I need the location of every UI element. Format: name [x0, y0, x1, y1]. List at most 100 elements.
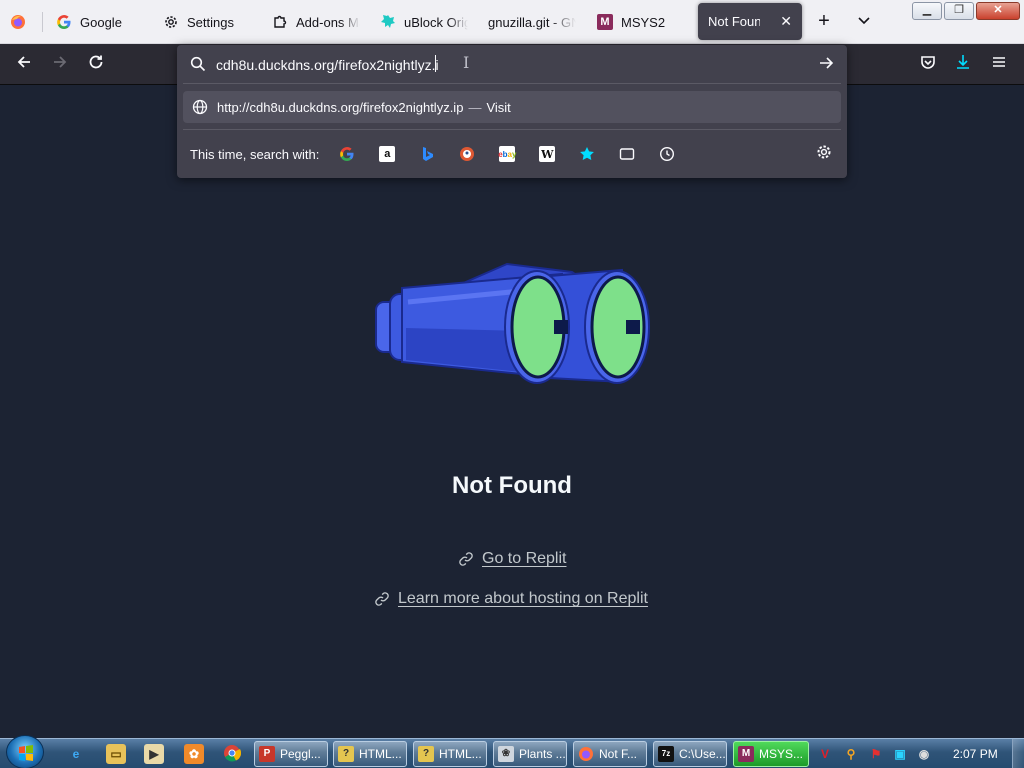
taskbar-button-7zip[interactable]: 7z C:\Use...	[653, 741, 727, 767]
window-controls: ▁ ❐ ✕	[910, 2, 1020, 20]
tab-addons[interactable]: Add-ons Ma	[272, 4, 360, 40]
app-quicklaunch-icon[interactable]: ✿	[184, 744, 204, 764]
downloads-button[interactable]	[952, 53, 974, 75]
back-button[interactable]	[12, 53, 36, 77]
link-label: Learn more about hosting on Replit	[398, 590, 648, 607]
search-settings-button[interactable]	[815, 143, 835, 163]
bookmarks-search-button[interactable]	[575, 144, 599, 164]
wikipedia-icon: W	[539, 146, 556, 162]
chrome-icon[interactable]	[222, 744, 242, 764]
tab-label: MSYS2	[621, 14, 666, 30]
tabs-search-button[interactable]	[615, 144, 639, 164]
url-suggestion-row[interactable]: http://cdh8u.duckdns.org/firefox2nightly…	[183, 91, 841, 123]
new-tab-button[interactable]: +	[814, 10, 834, 34]
tab-gnuzilla[interactable]: gnuzilla.git - GN	[488, 4, 576, 40]
divider	[183, 129, 841, 130]
msys2-icon: M	[597, 14, 613, 30]
duckduckgo-engine-button[interactable]	[455, 144, 479, 164]
app-menu-button[interactable]	[988, 53, 1010, 75]
wikipedia-engine-button[interactable]: W	[535, 144, 559, 164]
forward-button[interactable]	[48, 53, 72, 77]
tab-icon	[620, 148, 635, 160]
clock-icon	[660, 146, 675, 162]
google-icon	[56, 14, 72, 30]
taskbar-button-html-2[interactable]: ? HTML...	[413, 741, 487, 767]
ebay-engine-button[interactable]: ebay	[495, 144, 519, 164]
ibeam-cursor-icon: I	[463, 53, 470, 72]
taskbar-button-label: C:\Use...	[679, 747, 726, 761]
ebay-icon: ebay	[498, 146, 516, 162]
vivaldi-tray-icon[interactable]: V	[817, 746, 833, 762]
tab-ublock[interactable]: uBlock Origi	[380, 4, 468, 40]
go-to-replit-link[interactable]: Go to Replit	[458, 548, 566, 570]
tab-not-found[interactable]: Not Found ✕	[698, 3, 802, 40]
urlbar: I	[177, 45, 847, 83]
restore-button[interactable]: ❐	[944, 2, 974, 20]
tab-strip: Google Settings Add-ons Ma uBlock Origi …	[0, 0, 1024, 44]
arrow-left-icon	[17, 56, 30, 68]
taskbar-button-firefox[interactable]: Not F...	[573, 741, 647, 767]
window-close-button[interactable]: ✕	[976, 2, 1020, 20]
history-search-button[interactable]	[655, 144, 679, 164]
tab-label: Google	[80, 14, 122, 30]
taskbar-button-html-1[interactable]: ? HTML...	[333, 741, 407, 767]
taskbar-button-label: HTML...	[439, 747, 482, 761]
windows-logo-icon	[19, 745, 33, 761]
show-desktop-button[interactable]	[1012, 739, 1024, 768]
firefox-icon	[10, 14, 26, 30]
firefox-icon	[578, 746, 594, 762]
tab-google[interactable]: Google	[56, 4, 146, 40]
star-icon	[580, 147, 595, 160]
tab-separator	[42, 12, 43, 32]
reload-button[interactable]	[84, 53, 108, 77]
search-with-label: This time, search with:	[190, 146, 320, 162]
amazon-engine-button[interactable]: a	[375, 144, 399, 164]
volume-tray-icon[interactable]: ◉	[916, 746, 932, 762]
arrow-right-icon	[820, 57, 834, 69]
taskbar-button-label: Plants ...	[519, 747, 566, 761]
start-button[interactable]	[6, 735, 44, 768]
download-icon	[957, 55, 969, 69]
plants-app-icon: ❀	[498, 746, 514, 762]
tab-label: uBlock Origi	[404, 14, 468, 30]
media-player-icon[interactable]: ▶	[144, 744, 164, 764]
taskbar-button-label: MSYS...	[759, 747, 804, 761]
pocket-icon	[921, 56, 935, 69]
urlbar-dropdown: I http://cdh8u.duckdns.org/firefox2night…	[177, 45, 847, 178]
reload-icon	[89, 55, 103, 69]
close-icon[interactable]: ✕	[780, 13, 792, 30]
search-icon	[190, 56, 206, 72]
internet-explorer-icon[interactable]: e	[66, 744, 86, 764]
binoculars-illustration	[375, 262, 650, 384]
search-tray-icon[interactable]: ⚲	[843, 746, 859, 762]
taskbar-button-plants[interactable]: ❀ Plants ...	[493, 741, 567, 767]
taskbar-button-msys2[interactable]: M MSYS...	[733, 741, 809, 767]
go-button[interactable]	[817, 54, 837, 74]
learn-hosting-link[interactable]: Learn more about hosting on Replit	[374, 588, 648, 610]
google-engine-button[interactable]	[335, 144, 359, 164]
tab-label: Settings	[187, 14, 234, 30]
bing-engine-button[interactable]	[415, 144, 439, 164]
list-all-tabs-button[interactable]	[854, 10, 874, 34]
flag-tray-icon[interactable]: ⚑	[868, 746, 884, 762]
pocket-button[interactable]	[917, 53, 939, 75]
text-caret	[435, 55, 436, 72]
suggestion-url: http://cdh8u.duckdns.org/firefox2nightly…	[217, 99, 464, 115]
tab-msys2[interactable]: M MSYS2	[597, 4, 687, 40]
msys2-icon: M	[738, 746, 754, 762]
url-input[interactable]	[216, 55, 776, 75]
taskbar: e ▭ ▶ ✿ P Peggl... ? HTML... ? HTML... ❀…	[0, 735, 1024, 768]
globe-icon	[192, 99, 208, 115]
hamburger-menu-icon	[993, 57, 1005, 67]
tab-settings[interactable]: Settings	[163, 4, 263, 40]
tab-label: gnuzilla.git - GN	[488, 14, 576, 30]
minimize-button[interactable]: ▁	[912, 2, 942, 20]
firefox-menu-button[interactable]	[10, 4, 30, 40]
arrow-right-icon	[54, 56, 67, 68]
link-icon	[459, 552, 473, 566]
monitor-tray-icon[interactable]: ▣	[892, 746, 908, 762]
system-clock[interactable]: 2:07 PM	[953, 747, 998, 761]
taskbar-button-peggle[interactable]: P Peggl...	[254, 741, 328, 767]
folder-icon[interactable]: ▭	[106, 744, 126, 764]
gear-icon	[817, 145, 831, 159]
